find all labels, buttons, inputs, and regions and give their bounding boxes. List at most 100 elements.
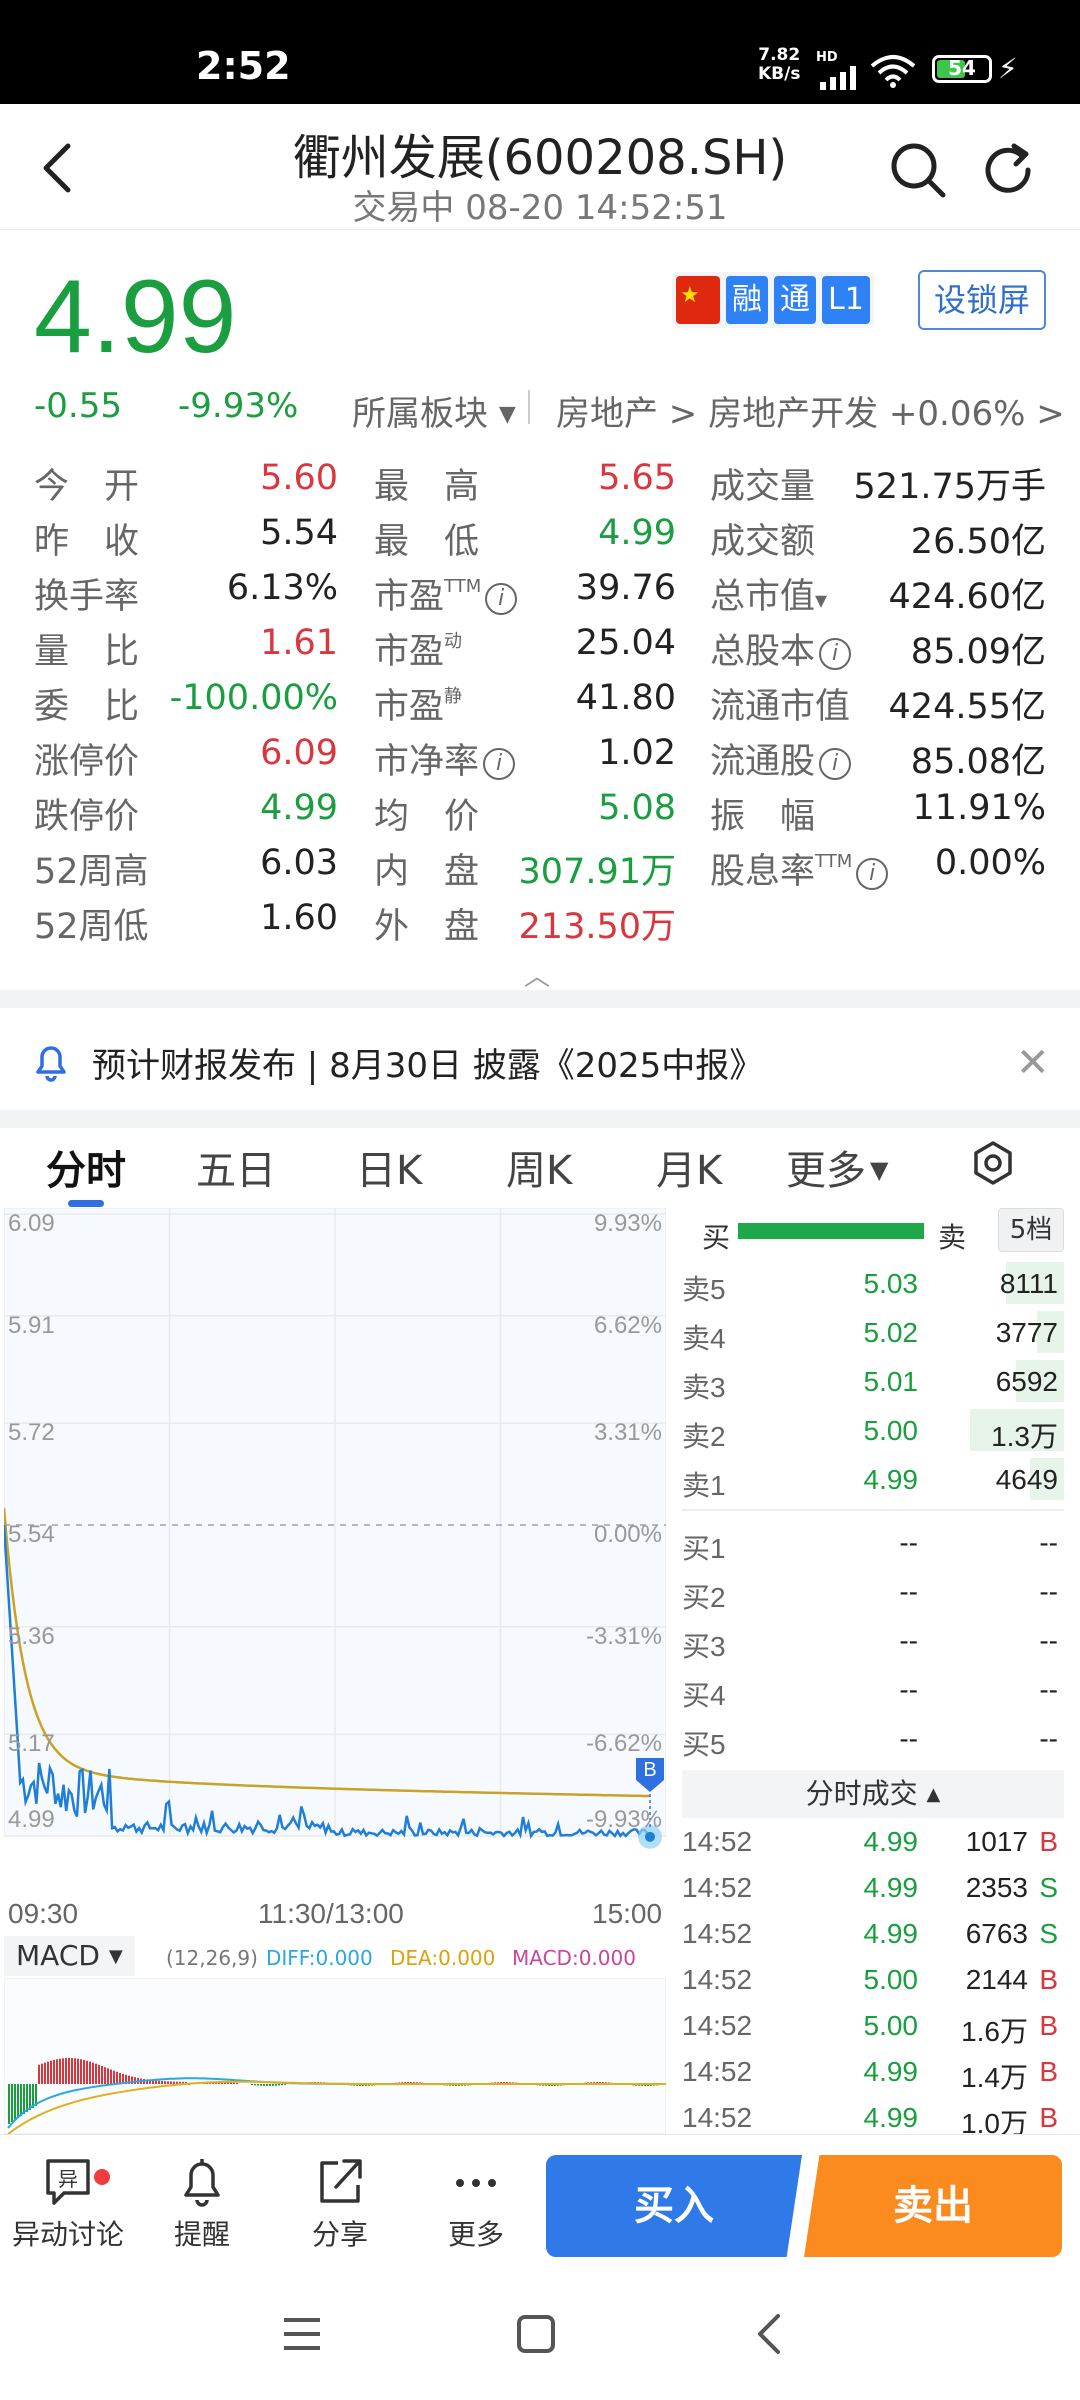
stat-row: 跌停价 4.99 均 价 5.08 振 幅 11.91%	[34, 788, 1048, 843]
ask-price: 5.02	[863, 1317, 919, 1348]
stat-label[interactable]: 流通股 i	[710, 733, 852, 784]
ask-row[interactable]: 卖3 5.01 6592	[682, 1356, 1064, 1405]
refresh-icon[interactable]	[978, 140, 1038, 200]
discuss-button[interactable]: 异 异动讨论	[8, 2153, 128, 2253]
tick-price: 4.99	[863, 2102, 919, 2133]
close-icon[interactable]: ✕	[1016, 1040, 1050, 1086]
tick-price: 5.00	[863, 1964, 919, 1995]
macd-params: (12,26,9)	[166, 1946, 258, 1970]
price-axis-label: 5.91	[8, 1311, 55, 1339]
tab-weekly-k[interactable]: 周K	[506, 1138, 572, 1196]
bid-level: 买5	[682, 1729, 726, 1760]
tab-daily-k[interactable]: 日K	[356, 1138, 422, 1196]
info-icon[interactable]: i	[483, 748, 516, 780]
bid-row[interactable]: 买5 -- --	[682, 1713, 1064, 1762]
bid-row[interactable]: 买2 -- --	[682, 1566, 1064, 1615]
buy-button[interactable]: 买入	[546, 2155, 802, 2257]
info-icon[interactable]: i	[856, 858, 889, 890]
bid-row[interactable]: 买3 -- --	[682, 1615, 1064, 1664]
ask-row[interactable]: 卖5 5.03 8111	[682, 1258, 1064, 1307]
active-tab-indicator	[68, 1200, 104, 1207]
macd-bar	[68, 2058, 70, 2084]
stat-value: 4.99	[260, 788, 338, 828]
stat-value: 307.91万	[518, 852, 676, 892]
ask-price: 5.03	[863, 1268, 919, 1299]
tick-time: 14:52	[682, 2102, 753, 2133]
bid-volume: --	[1039, 1723, 1058, 1754]
chevron-down-icon[interactable]: ▾	[815, 586, 827, 614]
signal-icon	[820, 66, 856, 90]
macd-bar	[104, 2067, 106, 2084]
stat-label: 市盈静	[374, 686, 463, 727]
ask-volume: 4649	[995, 1464, 1058, 1495]
ticks-header[interactable]: 分时成交 ▲	[682, 1770, 1064, 1818]
stat-label: 52周高	[34, 852, 149, 892]
stat-value: 6.13%	[226, 568, 338, 608]
price-change: -0.55	[34, 386, 122, 426]
ask-levels: 卖5 5.03 8111 卖4 5.02 3777 卖3 5.01 6592 卖2 5.00 1.3万…	[682, 1258, 1064, 1503]
sector-dropdown[interactable]: 所属板块 ▼	[352, 386, 516, 435]
tab-intraday[interactable]: 分时	[46, 1138, 126, 1196]
tab-more[interactable]: 更多 ▼	[786, 1138, 888, 1196]
notification-dot	[94, 2169, 110, 2185]
sector-path-link[interactable]: 房地产 > 房地产开发 +0.06% >	[556, 386, 1065, 435]
earnings-notice[interactable]: 预计财报发布 | 8月30日 披露《2025中报》 ✕	[0, 1010, 1080, 1110]
stat-label[interactable]: 市净率 i	[374, 733, 516, 784]
tick-volume: 2144	[965, 1964, 1028, 1995]
macd-bar	[38, 2064, 40, 2084]
tick-row: 14:52 5.00 1.6万 B	[682, 2002, 1064, 2048]
back-nav-icon[interactable]	[754, 2312, 784, 2356]
macd-bar	[50, 2060, 52, 2084]
sell-button[interactable]: 卖出	[804, 2155, 1062, 2257]
macd-bar	[278, 2084, 280, 2086]
search-icon[interactable]	[888, 140, 948, 200]
macd-bar	[17, 2084, 19, 2118]
stat-label[interactable]: 股息率TTM i	[710, 843, 889, 894]
bid-row[interactable]: 买1 -- --	[682, 1517, 1064, 1566]
ask-price: 5.01	[863, 1366, 919, 1397]
share-button[interactable]: 分享	[280, 2153, 400, 2253]
tab-five-day[interactable]: 五日	[196, 1138, 276, 1196]
info-icon[interactable]: i	[485, 583, 518, 615]
ask-row[interactable]: 卖4 5.02 3777	[682, 1307, 1064, 1356]
tab-monthly-k[interactable]: 月K	[656, 1138, 722, 1196]
stat-row: 52周高 6.03 内 盘 307.91万 股息率TTM i 0.00%	[34, 843, 1048, 898]
settings-icon[interactable]	[970, 1140, 1016, 1186]
margin-badge: 融	[726, 276, 768, 324]
status-bar: 2:52 7.82 KB/s HD 54 ⚡	[0, 0, 1080, 104]
stat-label[interactable]: 总股本 i	[710, 623, 852, 674]
macd-bar	[92, 2062, 94, 2084]
intraday-chart[interactable]: B 6.09 9.93% 5.91 6.62% 5.72 3.31% 5.54 0.00% 5.…	[2, 1207, 667, 1896]
stat-label: 涨停价	[34, 742, 140, 782]
info-icon[interactable]: i	[819, 638, 852, 670]
indicator-select[interactable]: MACD ▼	[4, 1936, 135, 1976]
ask-row[interactable]: 卖1 4.99 4649	[682, 1454, 1064, 1503]
stat-value: 39.76	[575, 568, 676, 608]
stat-label: 外 盘	[374, 907, 480, 947]
bid-row[interactable]: 买4 -- --	[682, 1664, 1064, 1713]
info-icon[interactable]: i	[819, 748, 852, 780]
macd-bar	[164, 2081, 166, 2084]
ask-row[interactable]: 卖2 5.00 1.3万	[682, 1405, 1064, 1454]
stat-label: 委 比	[34, 687, 140, 727]
menu-icon[interactable]	[282, 2316, 322, 2352]
stat-label[interactable]: 市盈TTM i	[374, 568, 518, 619]
pct-axis-label: -3.31%	[585, 1622, 662, 1650]
pct-axis-label: -9.93%	[585, 1806, 662, 1833]
tick-price: 4.99	[863, 1918, 919, 1949]
lock-screen-button[interactable]: 设锁屏	[918, 270, 1046, 330]
depth-level-button[interactable]: 5档	[998, 1208, 1064, 1252]
bell-icon	[36, 1046, 66, 1082]
current-price: 4.99	[34, 259, 237, 375]
collapse-icon[interactable]: ︿	[524, 956, 550, 993]
bell-icon	[184, 2159, 220, 2207]
macd-bar	[173, 2081, 175, 2084]
alert-button[interactable]: 提醒	[142, 2153, 262, 2253]
more-button[interactable]: 更多	[416, 2153, 536, 2253]
home-icon[interactable]	[516, 2314, 556, 2354]
tick-row: 14:52 4.99 1.4万 B	[682, 2048, 1064, 2094]
buy-sell-ratio-bar	[738, 1223, 924, 1239]
tick-side: B	[1039, 1826, 1058, 1857]
stat-label: 昨 收	[34, 522, 140, 562]
china-flag-icon	[676, 272, 720, 324]
